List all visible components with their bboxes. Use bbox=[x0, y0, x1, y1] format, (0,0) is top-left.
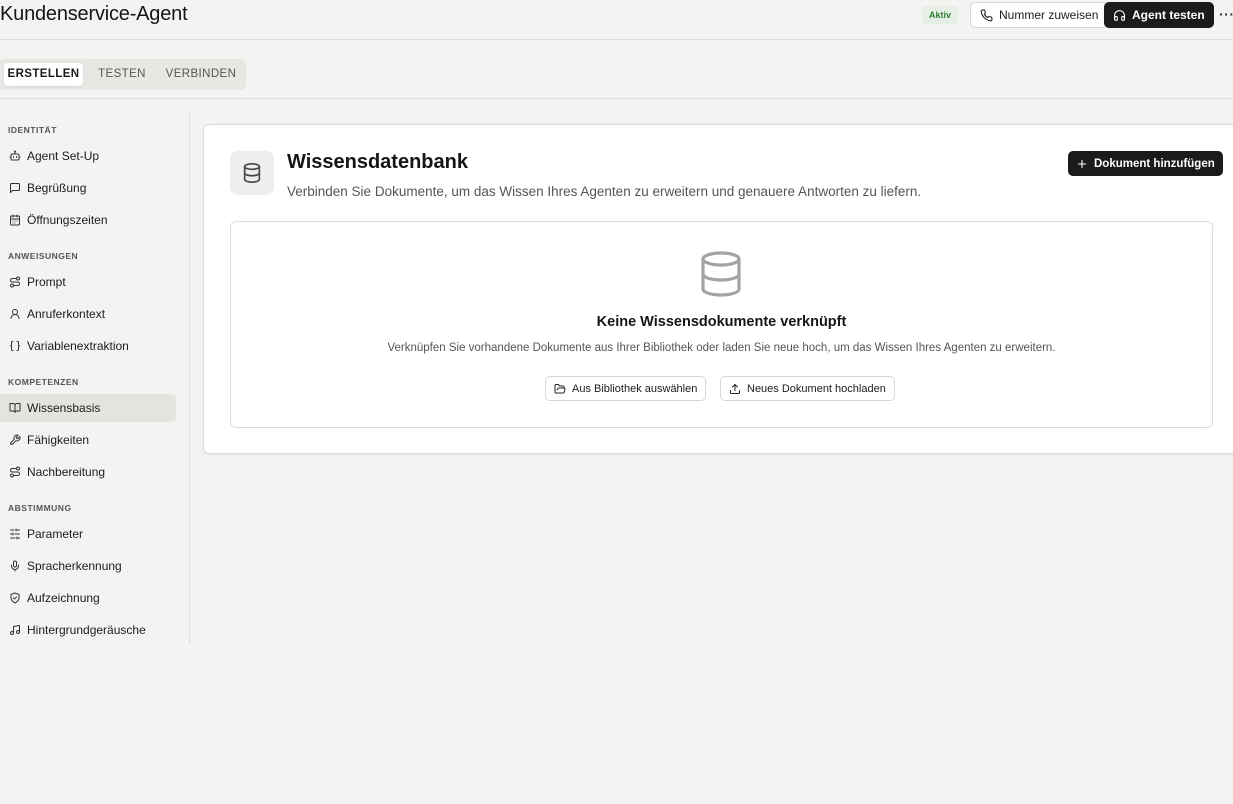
add-document-label: Dokument hinzufügen bbox=[1094, 157, 1215, 170]
header-divider bbox=[0, 39, 1233, 40]
sidebar-item-oeffnungszeiten[interactable]: Öffnungszeiten bbox=[0, 206, 176, 234]
section-description: Verbinden Sie Dokumente, um das Wissen I… bbox=[287, 184, 922, 199]
page-title: Kundenservice-Agent bbox=[0, 3, 188, 25]
tabs-divider bbox=[0, 98, 1233, 99]
tab-testen[interactable]: TESTEN bbox=[88, 63, 156, 86]
book-open-icon bbox=[8, 401, 22, 415]
sidebar-section-abstimmung: ABSTIMMUNG bbox=[8, 503, 72, 513]
route-icon bbox=[8, 465, 22, 479]
robot-icon bbox=[8, 149, 22, 163]
assign-number-button[interactable]: Nummer zuweisen bbox=[970, 2, 1109, 28]
sidebar-item-label: Prompt bbox=[27, 275, 66, 289]
sidebar-item-label: Fähigkeiten bbox=[27, 433, 90, 447]
shield-icon bbox=[8, 591, 22, 605]
sidebar-item-agent-setup[interactable]: Agent Set-Up bbox=[0, 142, 176, 170]
sidebar-item-prompt[interactable]: Prompt bbox=[0, 268, 176, 296]
add-document-button[interactable]: Dokument hinzufügen bbox=[1068, 151, 1223, 176]
user-icon bbox=[8, 307, 22, 321]
empty-state-description: Verknüpfen Sie vorhandene Dokumente aus … bbox=[387, 342, 1056, 354]
sidebar-item-label: Öffnungszeiten bbox=[27, 213, 108, 227]
sidebar-item-label: Parameter bbox=[27, 527, 84, 541]
sidebar-item-label: Anruferkontext bbox=[27, 307, 106, 321]
sidebar-section-identitaet: IDENTITÄT bbox=[8, 125, 57, 135]
select-from-library-label: Aus Bibliothek auswählen bbox=[572, 382, 698, 395]
route-icon bbox=[8, 275, 22, 289]
database-icon bbox=[230, 151, 274, 195]
sidebar-section-anweisungen: ANWEISUNGEN bbox=[8, 251, 79, 261]
sidebar-item-label: Aufzeichnung bbox=[27, 591, 100, 605]
upload-document-label: Neues Dokument hochladen bbox=[747, 382, 886, 395]
sidebar-item-variablenextraktion[interactable]: Variablenextraktion bbox=[0, 332, 176, 360]
sliders-icon bbox=[8, 527, 22, 541]
test-agent-button[interactable]: Agent testen bbox=[1104, 2, 1214, 28]
sidebar-item-label: Spracherkennung bbox=[27, 559, 122, 573]
sidebar-item-label: Begrüßung bbox=[27, 181, 87, 195]
empty-state-title: Keine Wissensdokumente verknüpft bbox=[596, 314, 847, 330]
more-options-icon[interactable]: ··· bbox=[1219, 6, 1233, 22]
test-agent-label: Agent testen bbox=[1132, 8, 1205, 22]
status-badge: Aktiv bbox=[922, 6, 959, 24]
sidebar-item-nachbereitung[interactable]: Nachbereitung bbox=[0, 458, 176, 486]
sidebar-section-kompetenzen: KOMPETENZEN bbox=[8, 377, 79, 387]
sidebar-item-label: Agent Set-Up bbox=[27, 149, 100, 163]
microphone-icon bbox=[8, 559, 22, 573]
sidebar-item-begruessung[interactable]: Begrüßung bbox=[0, 174, 176, 202]
section-title: Wissensdatenbank bbox=[287, 151, 468, 173]
plus-icon bbox=[1076, 158, 1088, 170]
upload-icon bbox=[729, 383, 741, 395]
tab-verbinden[interactable]: VERBINDEN bbox=[160, 63, 242, 86]
calendar-icon bbox=[8, 213, 22, 227]
sidebar-item-label: Nachbereitung bbox=[27, 465, 106, 479]
wrench-icon bbox=[8, 433, 22, 447]
braces-icon bbox=[8, 339, 22, 353]
database-icon bbox=[697, 249, 745, 299]
sidebar-item-aufzeichnung[interactable]: Aufzeichnung bbox=[0, 584, 176, 612]
music-icon bbox=[8, 623, 22, 637]
headphones-icon bbox=[1113, 9, 1126, 22]
sidebar-item-parameter[interactable]: Parameter bbox=[0, 520, 176, 548]
upload-document-button[interactable]: Neues Dokument hochladen bbox=[720, 376, 895, 401]
sidebar-item-spracherkennung[interactable]: Spracherkennung bbox=[0, 552, 176, 580]
folder-open-icon bbox=[554, 383, 566, 395]
select-from-library-button[interactable]: Aus Bibliothek auswählen bbox=[545, 376, 707, 401]
assign-number-label: Nummer zuweisen bbox=[999, 8, 1099, 22]
phone-icon bbox=[980, 9, 993, 22]
sidebar-item-label: Variablenextraktion bbox=[27, 339, 129, 353]
tab-bar: ERSTELLEN TESTEN VERBINDEN bbox=[0, 59, 246, 90]
sidebar-item-wissensbasis[interactable]: Wissensbasis bbox=[0, 394, 176, 422]
message-square-icon bbox=[8, 181, 22, 195]
sidebar-item-label: Wissensbasis bbox=[27, 401, 101, 415]
sidebar-divider bbox=[189, 112, 190, 644]
sidebar-item-anruferkontext[interactable]: Anruferkontext bbox=[0, 300, 176, 328]
tab-erstellen[interactable]: ERSTELLEN bbox=[4, 63, 83, 86]
sidebar-item-faehigkeiten[interactable]: Fähigkeiten bbox=[0, 426, 176, 454]
sidebar-item-label: Hintergrundgeräusche bbox=[27, 623, 146, 637]
sidebar-item-hintergrundgeraeusche[interactable]: Hintergrundgeräusche bbox=[0, 616, 176, 644]
